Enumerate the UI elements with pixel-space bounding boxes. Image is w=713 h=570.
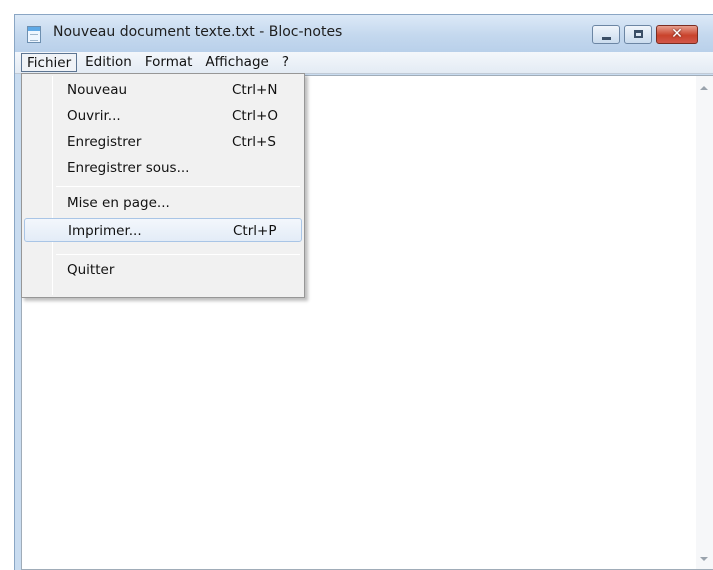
- maximize-icon: [634, 30, 643, 38]
- menu-item-mise-en-page[interactable]: Mise en page...: [24, 191, 302, 215]
- menu-item-label: Mise en page...: [67, 195, 170, 211]
- menu-item-label: Enregistrer: [67, 134, 142, 150]
- vertical-scrollbar[interactable]: [696, 76, 713, 569]
- menu-item-enregistrer[interactable]: Enregistrer Ctrl+S: [24, 130, 302, 154]
- menu-item-label: Nouveau: [67, 82, 128, 98]
- menu-item-enregistrer-sous[interactable]: Enregistrer sous...: [24, 156, 302, 180]
- title-bar[interactable]: Nouveau document texte.txt - Bloc-notes …: [15, 15, 713, 52]
- menu-item-shortcut: Ctrl+O: [232, 108, 278, 124]
- menu-item-label: Imprimer...: [68, 223, 142, 239]
- menu-item-quitter[interactable]: Quitter: [24, 258, 302, 282]
- menu-item-imprimer[interactable]: Imprimer... Ctrl+P: [24, 218, 302, 242]
- scroll-up-icon[interactable]: [700, 86, 708, 90]
- menu-item-label: Ouvrir...: [67, 108, 121, 124]
- close-icon: ✕: [671, 26, 683, 42]
- menu-edition[interactable]: Edition: [80, 53, 137, 72]
- menu-item-shortcut: Ctrl+N: [232, 82, 278, 98]
- close-button[interactable]: ✕: [656, 25, 698, 44]
- menu-item-shortcut: Ctrl+S: [232, 134, 276, 150]
- scroll-down-icon[interactable]: [700, 557, 708, 561]
- menu-help[interactable]: ?: [277, 53, 294, 72]
- menu-separator: [56, 186, 300, 187]
- minimize-button[interactable]: [592, 25, 620, 44]
- menu-item-label: Quitter: [67, 262, 115, 278]
- notepad-icon[interactable]: [27, 26, 41, 43]
- menu-format[interactable]: Format: [140, 53, 198, 72]
- menu-affichage[interactable]: Affichage: [200, 53, 273, 72]
- menu-item-nouveau[interactable]: Nouveau Ctrl+N: [24, 78, 302, 102]
- menu-item-label: Enregistrer sous...: [67, 160, 190, 176]
- menu-fichier[interactable]: Fichier: [21, 53, 78, 72]
- maximize-button[interactable]: [624, 25, 652, 44]
- file-menu-dropdown: Nouveau Ctrl+N Ouvrir... Ctrl+O Enregist…: [21, 73, 305, 298]
- minimize-icon: [602, 37, 611, 40]
- menu-separator: [56, 254, 300, 255]
- menu-item-shortcut: Ctrl+P: [233, 223, 277, 239]
- window-controls: ✕: [592, 25, 698, 44]
- menu-item-ouvrir[interactable]: Ouvrir... Ctrl+O: [24, 104, 302, 128]
- window-title: Nouveau document texte.txt - Bloc-notes: [53, 24, 343, 40]
- menu-bar: Fichier Edition Format Affichage ?: [15, 52, 713, 74]
